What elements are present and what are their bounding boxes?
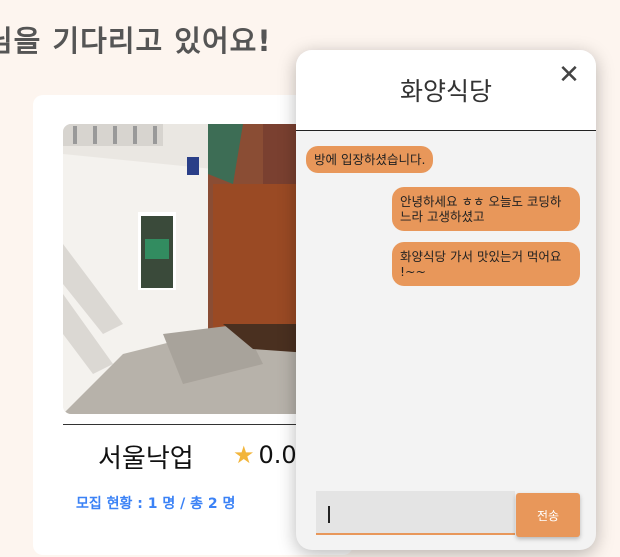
text-caret xyxy=(328,506,330,523)
restaurant-photo xyxy=(63,124,323,414)
restaurant-name: 서울낙업 xyxy=(98,444,194,474)
recruit-status: 모집 현황 : 1 명 / 총 2 명 xyxy=(76,496,236,512)
chat-header: 화양식당 ✕ xyxy=(296,50,596,131)
close-icon[interactable]: ✕ xyxy=(556,62,582,88)
chat-title: 화양식당 xyxy=(399,77,492,106)
star-icon: ★ xyxy=(233,441,255,469)
chat-message: 화양식당 가서 맛있는거 먹어요 !~~ xyxy=(392,242,580,286)
system-message: 방에 입장하셨습니다. xyxy=(306,146,434,173)
rating: ★ 0.0 xyxy=(233,441,297,469)
send-button[interactable]: 전송 xyxy=(516,493,580,537)
message-input[interactable] xyxy=(316,491,515,535)
page-heading: 님을 기다리고 있어요! xyxy=(0,24,272,58)
rating-value: 0.0 xyxy=(258,441,297,469)
chat-message: 안녕하세요 ㅎㅎ 오늘도 코딩하느라 고생하셨고 xyxy=(392,187,580,231)
chat-modal: 화양식당 ✕ 방에 입장하셨습니다. 안녕하세요 ㅎㅎ 오늘도 코딩하느라 고생… xyxy=(296,50,596,550)
